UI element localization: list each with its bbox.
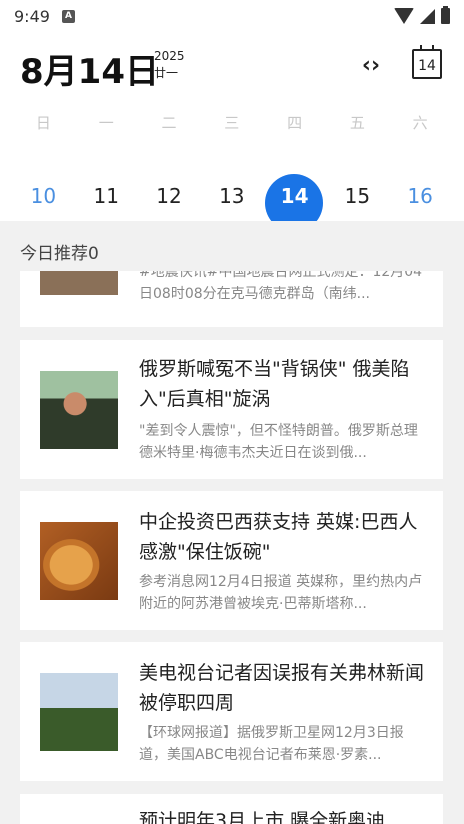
weekday-label: 五 [349, 114, 365, 132]
news-thumbnail [40, 522, 118, 600]
weekday-label: 二 [161, 114, 177, 132]
day-row: 10 11 12 13 14 15 16 [12, 174, 452, 232]
status-time: 9:49 [14, 6, 50, 26]
day-cell[interactable]: 15 [326, 174, 389, 220]
weekday-label: 四 [287, 114, 303, 132]
weekday-label: 日 [35, 114, 51, 132]
news-card[interactable]: 中企投资巴西获支持 英媒:巴西人感激"保住饭碗" 参考消息网12月4日报道 英媒… [20, 491, 443, 630]
year-label: 2025 [154, 49, 185, 63]
status-icons [394, 6, 450, 24]
news-headline: 俄罗斯喊冤不当"背锅侠" 俄美陷入"后真相"旋涡 [139, 358, 410, 410]
status-bar: 9:49 A [0, 0, 464, 32]
lunar-day-label: 廿一 [154, 66, 179, 80]
calendar-icon-day: 14 [418, 57, 436, 74]
day-number: 12 [156, 184, 182, 208]
news-headline: 中企投资巴西获支持 英媒:巴西人感激"保住饭碗" [139, 511, 418, 563]
day-number: 15 [344, 184, 371, 208]
news-card[interactable]: #地震快讯#中国地震台网正式测定：12月04日08时08分在克马德克群岛（南纬.… [20, 271, 443, 327]
news-summary: #地震快讯#中国地震台网正式测定：12月04日08时08分在克马德克群岛（南纬.… [139, 271, 423, 302]
weekday-row: 日 一 二 三 四 五 六 [12, 112, 452, 133]
day-number: 16 [407, 184, 433, 208]
date-header: 8月14日 2025 廿一 ‹› 14 [0, 40, 464, 92]
news-headline: 美电视台记者因误报有关弗林新闻被停职四周 [139, 662, 425, 714]
news-card[interactable]: 美电视台记者因误报有关弗林新闻被停职四周 【环球网报道】据俄罗斯卫星网12月3日… [20, 642, 443, 781]
news-summary: 【环球网报道】据俄罗斯卫星网12月3日报道，美国ABC电视台记者布莱恩·罗素..… [139, 725, 404, 763]
day-cell[interactable]: 11 [75, 174, 138, 220]
news-feed[interactable]: 今日推荐0 #地震快讯#中国地震台网正式测定：12月04日08时08分在克马德克… [0, 221, 464, 824]
wifi-icon [394, 8, 414, 24]
day-number: 14 [280, 184, 309, 208]
date-subinfo: 2025 廿一 [154, 48, 185, 82]
signal-icon [420, 8, 435, 24]
chevron-left-right-icon[interactable]: ‹› [352, 50, 390, 80]
day-cell[interactable]: 10 [12, 174, 75, 220]
news-headline: 预计明年3月上市 曝全新奥迪 [139, 810, 386, 824]
news-card[interactable]: 预计明年3月上市 曝全新奥迪 [20, 794, 443, 824]
feed-title: 今日推荐0 [20, 244, 99, 264]
notification-badge-icon: A [61, 9, 75, 23]
news-thumbnail [40, 673, 118, 751]
day-cell[interactable]: 12 [138, 174, 201, 220]
news-thumbnail [40, 271, 118, 295]
calendar-icon[interactable]: 14 [412, 45, 442, 79]
news-summary: 参考消息网12月4日报道 英媒称，里约热内卢附近的阿苏港曾被埃克·巴蒂斯塔称..… [139, 574, 423, 612]
weekday-label: 六 [412, 114, 428, 132]
news-thumbnail [40, 371, 118, 449]
weekday-label: 一 [98, 114, 114, 132]
day-cell[interactable]: 16 [389, 174, 452, 220]
day-number: 13 [219, 184, 245, 208]
news-card[interactable]: 俄罗斯喊冤不当"背锅侠" 俄美陷入"后真相"旋涡 "差到令人震惊"，但不怪特朗普… [20, 340, 443, 479]
news-summary: "差到令人震惊"，但不怪特朗普。俄罗斯总理德米特里·梅德韦杰夫近日在谈到俄... [139, 423, 418, 461]
day-cell[interactable]: 13 [200, 174, 263, 220]
day-number: 10 [30, 184, 57, 208]
day-cell-selected[interactable]: 14 [263, 174, 326, 232]
weekday-label: 三 [224, 114, 240, 132]
current-date[interactable]: 8月14日 [20, 44, 159, 93]
day-number: 11 [93, 184, 119, 208]
battery-icon [441, 6, 450, 24]
